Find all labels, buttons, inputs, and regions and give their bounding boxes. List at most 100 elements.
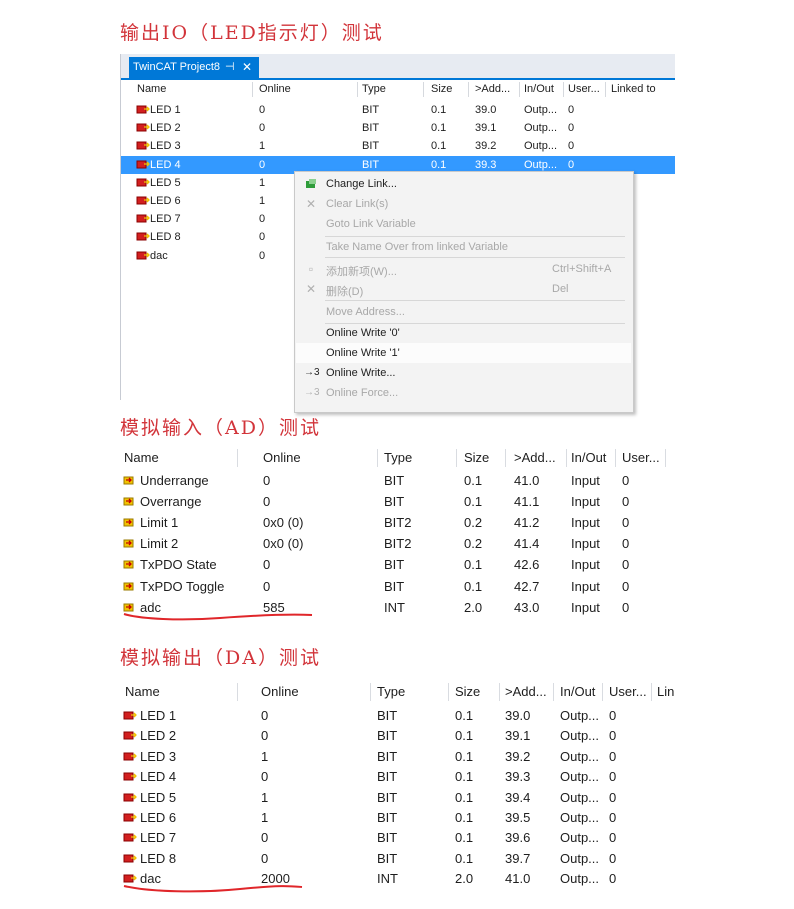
column-divider[interactable] <box>237 683 238 701</box>
delete-icon: ✕ <box>305 282 317 296</box>
cell-user: 0 <box>609 728 617 744</box>
output-variable-icon <box>136 213 150 223</box>
output-variable-icon <box>136 159 150 169</box>
column-divider[interactable] <box>615 449 616 467</box>
menu-item-label: 添加新项(W)... <box>326 266 397 278</box>
column-divider[interactable] <box>519 82 520 97</box>
input-variable-icon <box>123 517 136 527</box>
table-row[interactable]: LED 3 1 BIT 0.1 39.2 Outp... 0 <box>121 137 675 155</box>
column-divider[interactable] <box>252 82 253 97</box>
table-row[interactable]: LED 7 0 BIT 0.1 39.6 Outp... 0 <box>120 827 668 848</box>
menu-item-shortcut: Del <box>552 283 569 295</box>
cell-addr: 41.0 <box>505 871 531 887</box>
cell-size: 0.1 <box>455 728 474 744</box>
close-icon[interactable]: ✕ <box>242 57 252 78</box>
cell-io: Outp... <box>524 140 558 153</box>
pin-icon[interactable]: ⊣ <box>225 57 235 78</box>
column-divider[interactable] <box>665 449 666 467</box>
output-variable-icon <box>136 195 150 205</box>
column-header-5: In/Out <box>571 450 607 465</box>
table-row[interactable]: TxPDO Toggle 0 BIT 0.1 42.7 Input 0 <box>120 576 668 597</box>
table-row[interactable]: LED 6 1 BIT 0.1 39.5 Outp... 0 <box>120 807 668 828</box>
column-divider[interactable] <box>357 82 358 97</box>
table-row[interactable]: LED 2 0 BIT 0.1 39.1 Outp... 0 <box>121 119 675 137</box>
cell-size: 0.1 <box>464 578 483 594</box>
cell-size: 2.0 <box>464 599 483 615</box>
menu-item-3[interactable]: Take Name Over from linked Variable <box>296 237 631 257</box>
link-icon <box>304 177 318 191</box>
cell-io: Outp... <box>560 728 600 744</box>
menu-item-8[interactable]: Online Write '1' <box>296 343 631 363</box>
column-divider[interactable] <box>377 449 378 467</box>
column-divider[interactable] <box>423 82 424 97</box>
cell-online: 0 <box>263 578 271 594</box>
input-variable-icon <box>123 475 136 485</box>
column-divider[interactable] <box>456 449 457 467</box>
column-divider[interactable] <box>566 449 567 467</box>
analog-input-table: Name Online Type Size >Add... In/Out User... Un… <box>120 447 668 623</box>
table-row[interactable]: Overrange 0 BIT 0.1 41.1 Input 0 <box>120 491 668 512</box>
tab-title: TwinCAT Project8 <box>133 61 221 73</box>
column-header-4: >Add... <box>475 83 511 95</box>
cell-size: 0.1 <box>431 140 447 153</box>
cell-user: 0 <box>622 494 630 510</box>
column-divider[interactable] <box>370 683 371 701</box>
table-row[interactable]: LED 4 0 BIT 0.1 39.3 Outp... 0 <box>120 766 668 787</box>
menu-item-9[interactable]: →3 Online Write... <box>296 363 631 383</box>
column-header: Name Online Type Size >Add... In/Out User... Li… <box>120 681 674 703</box>
column-divider[interactable] <box>605 82 606 97</box>
column-divider[interactable] <box>448 683 449 701</box>
cell-io: Outp... <box>524 122 558 135</box>
input-variable-icon <box>123 559 136 569</box>
cell-online: 1 <box>259 140 266 153</box>
menu-item-5[interactable]: ✕ 删除(D) Del <box>296 279 631 299</box>
menu-item-label: Goto Link Variable <box>326 218 416 230</box>
cell-name: LED 1 <box>140 708 177 723</box>
table-row[interactable]: LED 2 0 BIT 0.1 39.1 Outp... 0 <box>120 725 668 746</box>
menu-item-10[interactable]: →3 Online Force... <box>296 383 631 403</box>
menu-item-7[interactable]: Online Write '0' <box>296 323 631 343</box>
cell-io: Input <box>571 515 600 531</box>
cell-io: Outp... <box>560 789 600 805</box>
column-divider[interactable] <box>468 82 469 97</box>
menu-item-2[interactable]: Goto Link Variable <box>296 214 631 234</box>
cell-size: 0.1 <box>455 708 474 723</box>
table-row[interactable]: Underrange 0 BIT 0.1 41.0 Input 0 <box>120 470 668 491</box>
cell-type: BIT <box>377 850 398 866</box>
cell-name: LED 6 <box>150 195 181 207</box>
cell-name: LED 5 <box>150 176 181 189</box>
cell-online: 0 <box>263 494 271 510</box>
menu-item-6[interactable]: Move Address... <box>296 302 631 322</box>
column-divider[interactable] <box>237 449 238 467</box>
cell-addr: 39.5 <box>505 810 531 825</box>
table-row[interactable]: Limit 1 0x0 (0) BIT2 0.2 41.2 Input 0 <box>120 512 668 533</box>
column-divider[interactable] <box>602 683 603 701</box>
cell-name: LED 3 <box>150 140 181 153</box>
cell-user: 0 <box>622 515 630 531</box>
column-header-2: Type <box>377 684 406 699</box>
online-write-icon: →3 <box>304 367 320 378</box>
table-row[interactable]: Limit 2 0x0 (0) BIT2 0.2 41.4 Input 0 <box>120 533 668 554</box>
cell-io: Input <box>571 473 600 488</box>
online-force-icon: →3 <box>304 387 320 398</box>
menu-item-4[interactable]: ▫ 添加新项(W)... Ctrl+Shift+A <box>296 259 631 279</box>
cell-addr: 39.3 <box>505 769 531 785</box>
tab-twincat-project8[interactable]: TwinCAT Project8 ⊣ ✕ <box>129 57 259 78</box>
table-row[interactable]: LED 3 1 BIT 0.1 39.2 Outp... 0 <box>120 746 668 767</box>
cell-user: 0 <box>609 789 617 805</box>
column-divider[interactable] <box>563 82 564 97</box>
menu-item-0[interactable]: Change Link... <box>296 174 631 194</box>
table-row[interactable]: LED 8 0 BIT 0.1 39.7 Outp... 0 <box>120 848 668 869</box>
column-divider[interactable] <box>499 683 500 701</box>
table-row[interactable]: LED 5 1 BIT 0.1 39.4 Outp... 0 <box>120 787 668 808</box>
menu-item-label: Online Write '0' <box>326 327 400 339</box>
table-row[interactable]: LED 1 0 BIT 0.1 39.0 Outp... 0 <box>121 101 675 119</box>
table-row[interactable]: LED 1 0 BIT 0.1 39.0 Outp... 0 <box>120 705 668 726</box>
column-divider[interactable] <box>505 449 506 467</box>
column-divider[interactable] <box>553 683 554 701</box>
cell-addr: 39.2 <box>505 748 531 764</box>
menu-item-1[interactable]: ✕ Clear Link(s) <box>296 194 631 214</box>
column-header-4: >Add... <box>505 684 547 699</box>
table-row[interactable]: TxPDO State 0 BIT 0.1 42.6 Input 0 <box>120 554 668 575</box>
column-divider[interactable] <box>651 683 652 701</box>
